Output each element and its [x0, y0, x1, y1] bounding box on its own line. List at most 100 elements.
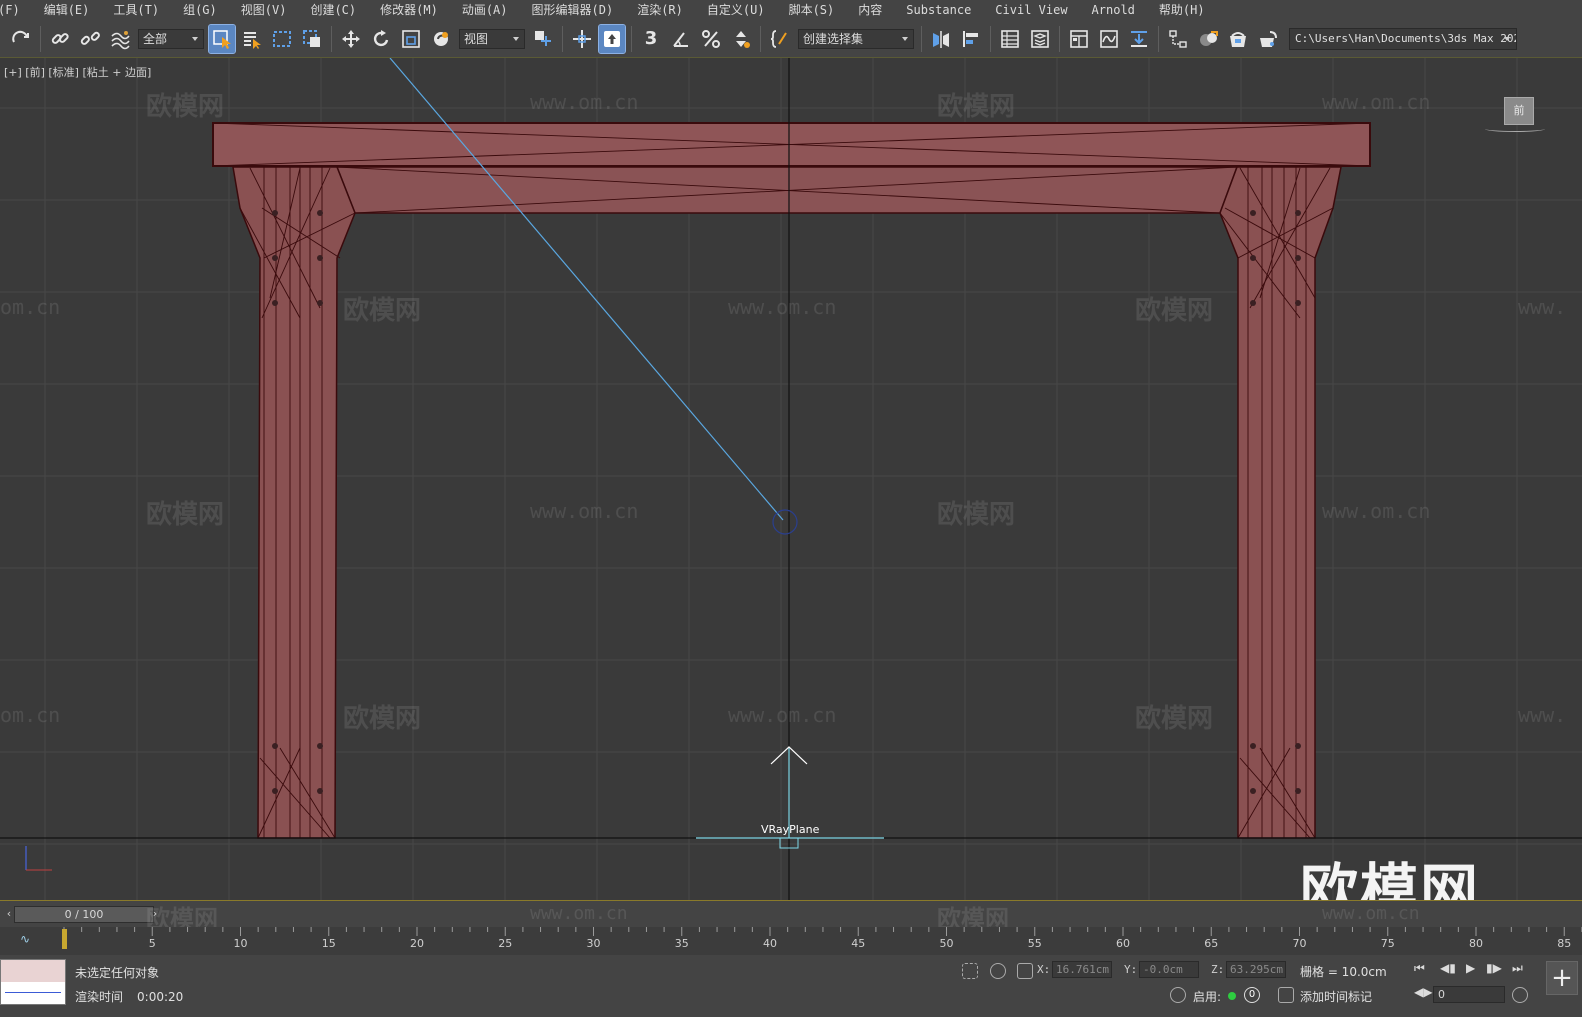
goto-start-icon[interactable]: ⏮ — [1414, 961, 1425, 976]
redo-icon[interactable] — [8, 25, 34, 53]
menu-create[interactable]: 创建(C) — [296, 0, 366, 20]
next-key-icon[interactable]: ▮▶ — [1486, 961, 1502, 975]
toolbar-separator — [562, 25, 563, 52]
selection-status-text: 未选定任何对象 — [75, 966, 160, 980]
percent-snap-icon[interactable] — [698, 25, 724, 53]
ribbon-icon[interactable] — [1066, 25, 1092, 53]
enable-count-badge[interactable]: 0 — [1244, 987, 1260, 1003]
menu-scripting[interactable]: 脚本(S) — [775, 0, 845, 20]
add-time-tag-button[interactable]: 添加时间标记 — [1300, 988, 1372, 1005]
named-selection-dropdown[interactable]: 创建选择集 — [798, 28, 914, 49]
play-icon[interactable]: ▶ — [1466, 961, 1475, 975]
viewport-label[interactable]: [+] [前] [标准] [粘土 + 边面] — [4, 64, 151, 80]
menu-edit[interactable]: 编辑(E) — [30, 0, 100, 20]
isolate-selection-icon[interactable] — [962, 963, 978, 979]
select-manipulate-icon[interactable] — [569, 25, 595, 53]
ruler-label: 20 — [410, 937, 424, 950]
curve-editor-icon[interactable] — [1096, 25, 1122, 53]
vray-plane-label[interactable]: VRayPlane — [761, 823, 819, 836]
menu-substance[interactable]: Substance — [892, 0, 981, 20]
menu-views[interactable]: 视图(V) — [227, 0, 297, 20]
enable-status-dot[interactable] — [1228, 992, 1236, 1000]
y-coord-field[interactable]: -0.0cm — [1139, 961, 1199, 978]
layer-explorer-icon[interactable] — [1027, 25, 1053, 53]
snap-toggle-icon[interactable]: 3 — [638, 25, 664, 53]
viewcube-front-face[interactable]: 前 — [1504, 97, 1534, 125]
wire-vertex — [1295, 788, 1301, 794]
menu-graph-editors[interactable]: 图形编辑器(D) — [518, 0, 624, 20]
menu-rendering[interactable]: 渲染(R) — [623, 0, 693, 20]
menu-modifiers[interactable]: 修改器(M) — [366, 0, 448, 20]
viewcube[interactable]: 前 — [1485, 93, 1545, 133]
wire-vertex — [1295, 300, 1301, 306]
edit-named-sets-icon[interactable] — [767, 25, 793, 53]
scene-explorer-icon[interactable] — [997, 25, 1023, 53]
watermark-logo: 欧模网 — [1135, 296, 1214, 326]
viewcube-ring[interactable] — [1485, 126, 1545, 132]
render-time-status: 渲染时间 0:00:20 — [75, 988, 183, 1005]
absolute-mode-icon[interactable] — [1017, 963, 1033, 979]
time-config-icon[interactable] — [1512, 987, 1528, 1003]
angle-snap-icon[interactable] — [668, 25, 694, 53]
menu-content[interactable]: 内容 — [844, 0, 892, 20]
rect-region-icon[interactable] — [269, 25, 295, 53]
key-mode-icon[interactable]: ◀▶ — [1414, 985, 1432, 999]
spinner-snap-icon[interactable] — [728, 25, 754, 53]
watermark-logo: 欧模网 — [937, 92, 1016, 122]
unlink-icon[interactable] — [77, 25, 103, 53]
menu-help[interactable]: 帮助(H) — [1145, 0, 1215, 20]
menu-civil-view[interactable]: Civil View — [981, 0, 1077, 20]
watermark-logo: 欧模网 — [937, 500, 1016, 530]
menu-arnold[interactable]: Arnold — [1078, 0, 1145, 20]
wire-vertex — [1250, 743, 1256, 749]
keyboard-shortcut-override-icon[interactable] — [598, 23, 626, 54]
add-viewport-plus-icon[interactable]: + — [1546, 961, 1578, 995]
ruler-label: 5 — [149, 937, 156, 950]
align-icon[interactable] — [958, 25, 984, 53]
goto-end-icon[interactable]: ⏭ — [1512, 961, 1523, 976]
grid-spacing-text: 栅格 = 10.0cm — [1300, 965, 1387, 979]
placement-icon[interactable] — [428, 25, 454, 53]
material-editor-icon[interactable] — [1195, 25, 1221, 53]
select-object-icon[interactable] — [208, 23, 236, 54]
mini-curve-editor-icon[interactable]: ∿ — [20, 932, 30, 946]
menu-group[interactable]: 组(G) — [169, 0, 227, 20]
menu-tools[interactable]: 工具(T) — [99, 0, 169, 20]
track-bar[interactable]: 5 10 15 20 25 30 35 40 45 50 55 60 65 70 75 80 85 ∿ — [0, 927, 1582, 955]
mirror-icon[interactable] — [928, 25, 954, 53]
maxscript-mini-listener[interactable] — [0, 959, 66, 1005]
time-tag-icon[interactable] — [1278, 987, 1294, 1003]
link-icon[interactable] — [47, 25, 73, 53]
menu-animation[interactable]: 动画(A) — [448, 0, 518, 20]
render-icon[interactable] — [1255, 25, 1281, 53]
scale-icon[interactable] — [398, 25, 424, 53]
reference-coord-dropdown[interactable]: 视图 — [459, 28, 525, 49]
select-by-name-icon[interactable] — [239, 25, 265, 53]
watermark-url: www.om.cn — [728, 295, 837, 319]
dope-sheet-icon[interactable] — [1126, 25, 1152, 53]
ruler-label: 85 — [1557, 937, 1571, 950]
bind-spacewarp-icon[interactable] — [107, 25, 133, 53]
enable-label: 启用: — [1193, 990, 1222, 1004]
z-coord-field[interactable]: 63.295cm — [1226, 961, 1286, 978]
adaptive-degradation-icon[interactable] — [1170, 987, 1186, 1003]
wire-vertex — [317, 300, 323, 306]
x-coord-field[interactable]: 16.761cm — [1052, 961, 1112, 978]
schematic-view-icon[interactable] — [1165, 25, 1191, 53]
move-icon[interactable] — [338, 25, 364, 53]
front-viewport[interactable]: [+] [前] [标准] [粘土 + 边面] 欧模网 www.om.cn 欧模网… — [0, 58, 1582, 900]
rotate-icon[interactable] — [368, 25, 394, 53]
selection-filter-dropdown[interactable]: 全部 — [138, 28, 204, 49]
project-path-dropdown[interactable]: C:\Users\Han\Documents\3ds Max 2022 — [1289, 27, 1517, 50]
menu-file[interactable]: (F) — [0, 0, 30, 20]
pivot-icon[interactable] — [530, 25, 556, 53]
window-crossing-icon[interactable] — [299, 25, 325, 53]
render-setup-icon[interactable] — [1225, 25, 1251, 53]
current-frame-field[interactable]: 0 — [1433, 986, 1505, 1003]
watermark-url: www.om.cn — [1322, 90, 1431, 114]
menu-customize[interactable]: 自定义(U) — [693, 0, 775, 20]
prev-key-icon[interactable]: ◀▮ — [1440, 961, 1456, 975]
watermark-url: www.om.cn — [728, 703, 837, 727]
selection-lock-icon[interactable] — [990, 963, 1006, 979]
time-slider-thumb[interactable]: 0 / 100 — [14, 906, 154, 923]
